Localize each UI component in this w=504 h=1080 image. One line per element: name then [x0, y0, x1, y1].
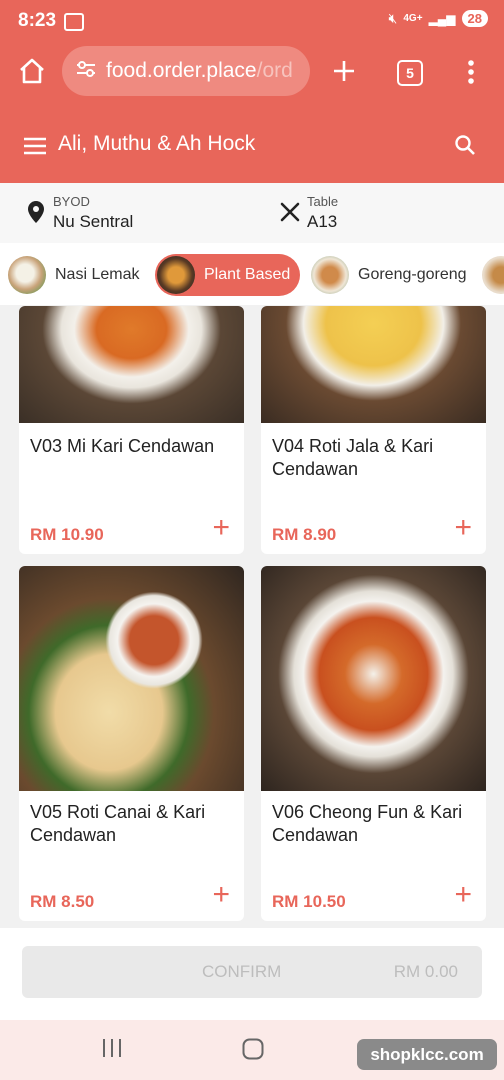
category-label: Nasi Lemak [55, 266, 140, 283]
category-thumbnail [482, 256, 504, 294]
item-name: V03 Mi Kari Cendawan [30, 436, 215, 456]
item-name: V04 Roti Jala & Kari Cendawan [272, 436, 434, 479]
network-label: 4G+ [403, 13, 423, 24]
status-icons: 🔇︎ 4G+ ▂▄▆ 28 [389, 10, 488, 27]
category-label: Plant Based [204, 266, 291, 283]
add-item-button[interactable]: + [454, 880, 472, 910]
signal-icon: ▂▄▆ [428, 11, 456, 26]
address-bar[interactable]: food.order.place/ord [62, 46, 310, 96]
menu-item-card[interactable]: V03 Mi Kari Cendawan RM 10.90 + [19, 306, 244, 554]
category-thumbnail [157, 256, 195, 294]
search-icon[interactable] [454, 134, 476, 161]
menu-item-card[interactable]: V06 Cheong Fun & Kari Cendawan RM 10.50 … [261, 566, 486, 921]
category-nasi-lemak[interactable]: Nasi Lemak [6, 254, 139, 296]
watermark: shopklcc.com [357, 1039, 497, 1070]
add-item-button[interactable]: + [212, 513, 230, 543]
category-plant-based[interactable]: Plant Based [155, 254, 300, 296]
mute-icon: 🔇︎ [388, 10, 398, 26]
confirm-button[interactable]: CONFIRM RM 0.00 [22, 946, 482, 998]
item-name: V05 Roti Canai & Kari Cendawan [30, 802, 206, 845]
food-image [261, 306, 486, 423]
screenshot-icon [64, 13, 84, 31]
item-price: RM 10.50 [272, 892, 346, 911]
tab-switcher-button[interactable]: 5 [397, 60, 423, 86]
location-pin-icon [28, 201, 44, 228]
site-settings-icon[interactable] [75, 59, 97, 84]
new-tab-icon[interactable] [332, 59, 356, 88]
battery-indicator: 28 [461, 10, 488, 27]
confirm-label: CONFIRM [202, 962, 282, 981]
outlet-name: Nu Sentral [53, 212, 134, 231]
item-name: V06 Cheong Fun & Kari Cendawan [272, 802, 463, 845]
menu-item-card[interactable]: V04 Roti Jala & Kari Cendawan RM 8.90 + [261, 306, 486, 554]
food-image [19, 306, 244, 423]
item-price: RM 8.90 [272, 525, 337, 544]
order-mode-label: BYOD [53, 194, 90, 209]
food-image [19, 566, 244, 791]
order-total: RM 0.00 [393, 962, 458, 981]
url-path: /ord [256, 59, 293, 82]
utensils-icon [280, 202, 300, 227]
status-time: 8:23 [18, 10, 57, 31]
menu-icon[interactable] [24, 137, 46, 160]
food-image [261, 566, 486, 791]
add-item-button[interactable]: + [454, 513, 472, 543]
home-icon[interactable] [17, 56, 47, 91]
home-button-icon[interactable] [242, 1038, 264, 1065]
add-item-button[interactable]: + [212, 880, 230, 910]
restaurant-title: Ali, Muthu & Ah Hock [58, 132, 256, 155]
category-goreng-goreng[interactable]: Goreng-goreng [309, 254, 467, 296]
recent-apps-icon[interactable] [101, 1039, 123, 1062]
category-thumbnail [311, 256, 349, 294]
table-number: A13 [307, 212, 338, 231]
menu-item-card[interactable]: V05 Roti Canai & Kari Cendawan RM 8.50 + [19, 566, 244, 921]
item-price: RM 8.50 [30, 892, 95, 911]
url-host: food.order.place [106, 59, 257, 82]
table-label: Table [307, 194, 339, 209]
category-label: Goreng-goreng [358, 266, 467, 283]
item-price: RM 10.90 [30, 525, 104, 544]
category-thumbnail [8, 256, 46, 294]
more-options-icon[interactable] [467, 59, 475, 90]
